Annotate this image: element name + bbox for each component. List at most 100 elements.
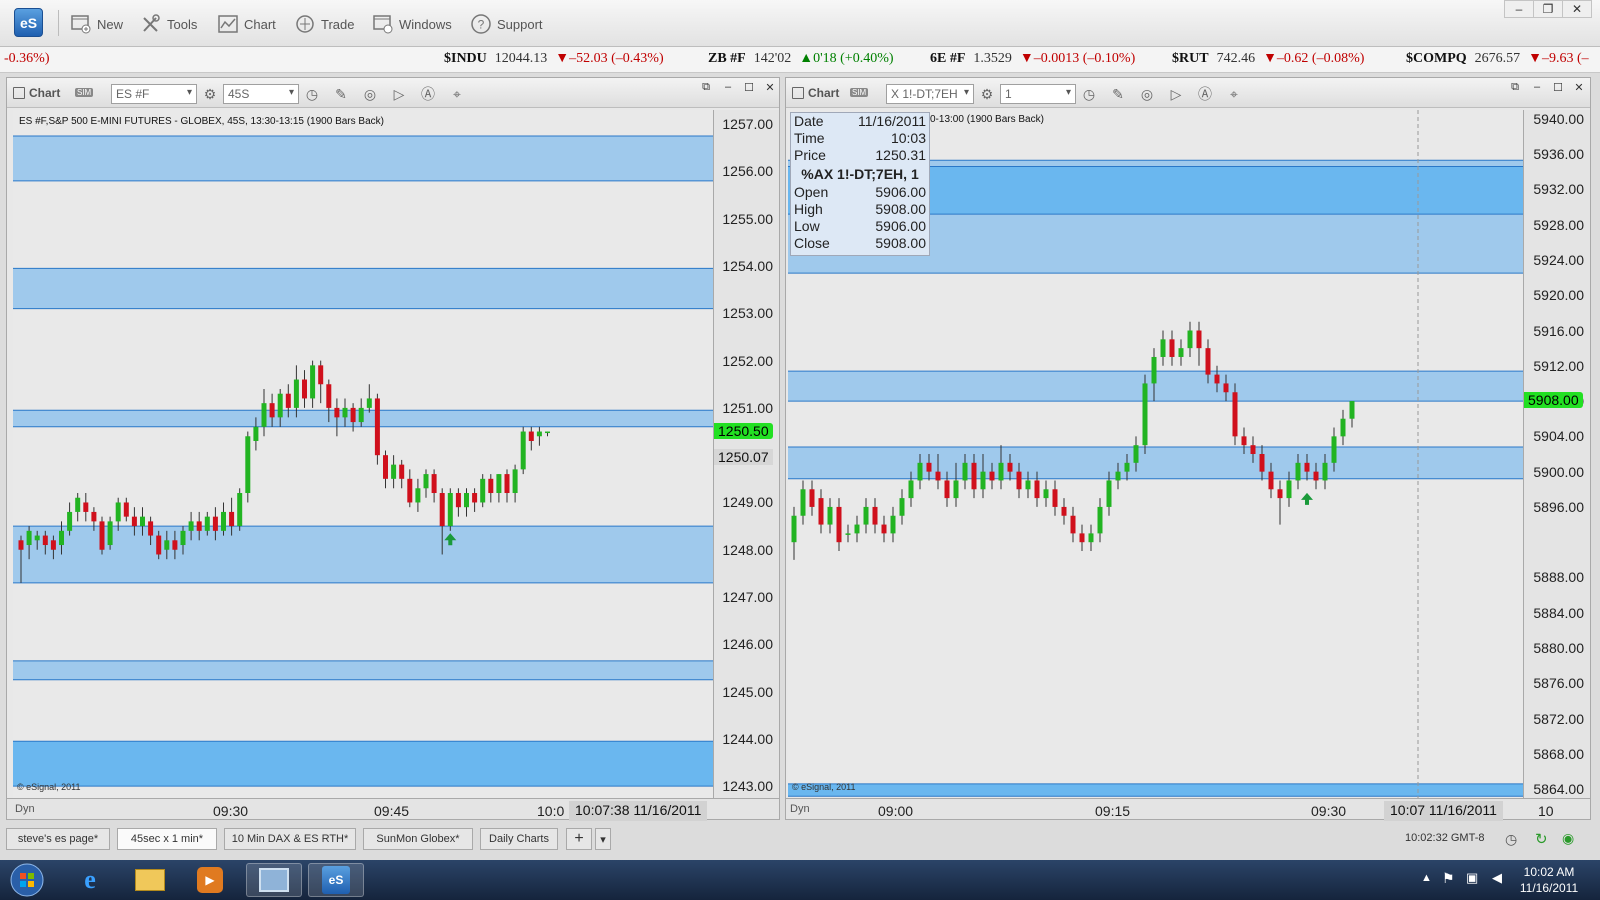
candle-body xyxy=(293,379,299,408)
dyn-label[interactable]: Dyn xyxy=(790,803,810,815)
candle-body xyxy=(1340,418,1346,437)
price-tick-label: 5864.00 xyxy=(1533,781,1584,798)
maximize-window-button[interactable]: ☐ xyxy=(1549,80,1567,94)
chart-button[interactable]: Chart xyxy=(217,12,276,36)
time-tick-label: 09:45 xyxy=(374,803,410,819)
candle-body xyxy=(447,493,453,527)
candle-body xyxy=(123,502,129,517)
ticker-item[interactable]: ZB #F 142'02 ▲0'18 (+0.40%) xyxy=(708,51,894,67)
page-tab[interactable]: 10 Min DAX & ES RTH* xyxy=(224,828,356,850)
volume-icon[interactable]: ◀ xyxy=(1492,870,1502,886)
tag-icon[interactable]: ⌖ xyxy=(449,86,465,102)
page-tab[interactable]: SunMon Globex* xyxy=(363,828,473,850)
start-button[interactable] xyxy=(4,863,50,897)
support-button[interactable]: ? Support xyxy=(470,12,543,36)
trade-button[interactable]: Trade xyxy=(294,12,354,36)
close-app-button[interactable]: ✕ xyxy=(1562,0,1592,18)
price-axis[interactable]: 1257.00 1256.00 1255.00 1254.00 1253.00 1252.… xyxy=(713,110,779,798)
close-window-button[interactable]: ✕ xyxy=(761,80,779,94)
symbol-input[interactable]: ES #F xyxy=(111,84,197,104)
candle-body xyxy=(1007,462,1013,472)
pencil-icon[interactable]: ✎ xyxy=(333,86,349,102)
candle-body xyxy=(180,530,186,546)
tab-menu-button[interactable]: ▾ xyxy=(595,828,611,850)
show-hidden-icons[interactable]: ▲ xyxy=(1421,872,1432,884)
ticker-change: ▲0'18 (+0.40%) xyxy=(799,51,894,66)
page-tab[interactable]: Daily Charts xyxy=(480,828,558,850)
tools-button[interactable]: Tools xyxy=(140,12,197,36)
candle-body xyxy=(107,521,113,546)
time-axis[interactable]: Dyn 09:30 09:45 10:0 10:07:38 11/16/2011 xyxy=(7,798,779,821)
play-icon[interactable]: ▷ xyxy=(391,86,407,102)
trade-label: Trade xyxy=(321,16,355,32)
candlestick-chart[interactable] xyxy=(13,110,713,798)
curve-icon[interactable]: ◎ xyxy=(1139,86,1155,102)
clock-icon[interactable]: ◷ xyxy=(304,86,320,102)
page-tab[interactable]: steve's es page* xyxy=(6,828,110,850)
annotation-icon[interactable]: Ⓐ xyxy=(420,86,436,102)
curve-icon[interactable]: ◎ xyxy=(362,86,378,102)
taskbar-explorer[interactable] xyxy=(122,863,178,897)
toolbar-separator xyxy=(58,10,59,36)
windows-button[interactable]: Windows xyxy=(372,12,452,36)
popout-window-button[interactable]: ⧉ xyxy=(697,80,715,94)
clock-icon[interactable]: ◷ xyxy=(1081,86,1097,102)
candle-body xyxy=(269,403,275,418)
chart-window-es[interactable]: Chart SIM ES #F ⚙ 45S ◷ ✎ ◎ ▷ Ⓐ ⌖ ⧉ – ☐ … xyxy=(6,77,780,821)
maximize-window-button[interactable]: ☐ xyxy=(740,80,758,94)
annotation-icon[interactable]: Ⓐ xyxy=(1197,86,1213,102)
network-icon[interactable]: ▣ xyxy=(1466,870,1478,886)
minimize-window-button[interactable]: – xyxy=(1528,80,1546,94)
ticker-item[interactable]: $COMPQ 2676.57 ▼–9.63 (– xyxy=(1406,51,1589,67)
dyn-label[interactable]: Dyn xyxy=(15,803,35,815)
clock-status-icon[interactable]: ◷ xyxy=(1505,831,1517,848)
new-button[interactable]: New xyxy=(70,12,123,36)
taskbar-media[interactable]: ▶ xyxy=(182,863,238,897)
add-page-button[interactable]: + xyxy=(566,828,592,850)
interval-input[interactable]: 45S xyxy=(223,84,299,104)
status-time: 10:02:32 GMT-8 xyxy=(1405,832,1485,844)
candle-body xyxy=(366,398,372,408)
play-icon[interactable]: ▷ xyxy=(1168,86,1184,102)
pencil-icon[interactable]: ✎ xyxy=(1110,86,1126,102)
candle-body xyxy=(1223,383,1229,393)
windows-logo-icon xyxy=(10,863,44,897)
symbol-input[interactable]: X 1!-DT;7EH xyxy=(886,84,974,104)
taskbar-remote[interactable] xyxy=(246,863,302,897)
price-axis[interactable]: 5940.00 5936.00 5932.00 5928.00 5924.00 5920.… xyxy=(1523,110,1590,798)
tag-icon[interactable]: ⌖ xyxy=(1226,86,1242,102)
candle-body xyxy=(528,431,534,441)
candle-body xyxy=(1025,480,1031,490)
candle-body xyxy=(1205,348,1211,375)
connection-status-icon[interactable]: ◉ xyxy=(1562,830,1574,847)
minimize-app-button[interactable]: – xyxy=(1504,0,1534,18)
ticker-item[interactable]: -0.36%) xyxy=(4,51,50,67)
refresh-icon[interactable]: ↻ xyxy=(1535,830,1548,848)
time-axis[interactable]: Dyn 09:0009:1509:3009:451010:07 11/16/20… xyxy=(786,798,1590,821)
page-tab-active[interactable]: 45sec x 1 min* xyxy=(117,828,217,850)
settings-icon[interactable]: ⚙ xyxy=(202,86,218,102)
candle-body xyxy=(221,511,226,531)
price-plot[interactable]: ES #F,S&P 500 E-MINI FUTURES - GLOBEX, 4… xyxy=(13,110,713,798)
taskbar-clock[interactable]: 10:02 AM 11/16/2011 xyxy=(1514,864,1584,896)
candle-body xyxy=(399,464,405,479)
ticker-item[interactable]: $RUT 742.46 ▼–0.62 (–0.08%) xyxy=(1172,51,1364,67)
app-logo: eS xyxy=(14,8,43,37)
candle-body xyxy=(536,431,542,437)
data-window: Date 11/16/2011 Time 10:03 Price 1250.31 %A… xyxy=(790,112,930,256)
ticker-item[interactable]: 6E #F 1.3529 ▼–0.0013 (–0.10%) xyxy=(930,51,1135,67)
ticker-item[interactable]: $INDU 12044.13 ▼–52.03 (–0.43%) xyxy=(444,51,664,67)
candle-body xyxy=(59,530,64,546)
new-label: New xyxy=(97,16,124,32)
restore-app-button[interactable]: ❐ xyxy=(1533,0,1563,18)
candle-body xyxy=(890,515,896,534)
flag-icon[interactable]: ⚑ xyxy=(1442,870,1455,887)
taskbar-ie[interactable]: e xyxy=(62,863,118,897)
close-window-button[interactable]: ✕ xyxy=(1570,80,1588,94)
taskbar-esignal[interactable]: eS xyxy=(308,863,364,897)
popout-window-button[interactable]: ⧉ xyxy=(1506,80,1524,94)
settings-icon[interactable]: ⚙ xyxy=(979,86,995,102)
interval-input[interactable]: 1 xyxy=(1000,84,1076,104)
ticker-price: 2676.57 xyxy=(1474,51,1521,66)
minimize-window-button[interactable]: – xyxy=(719,80,737,94)
